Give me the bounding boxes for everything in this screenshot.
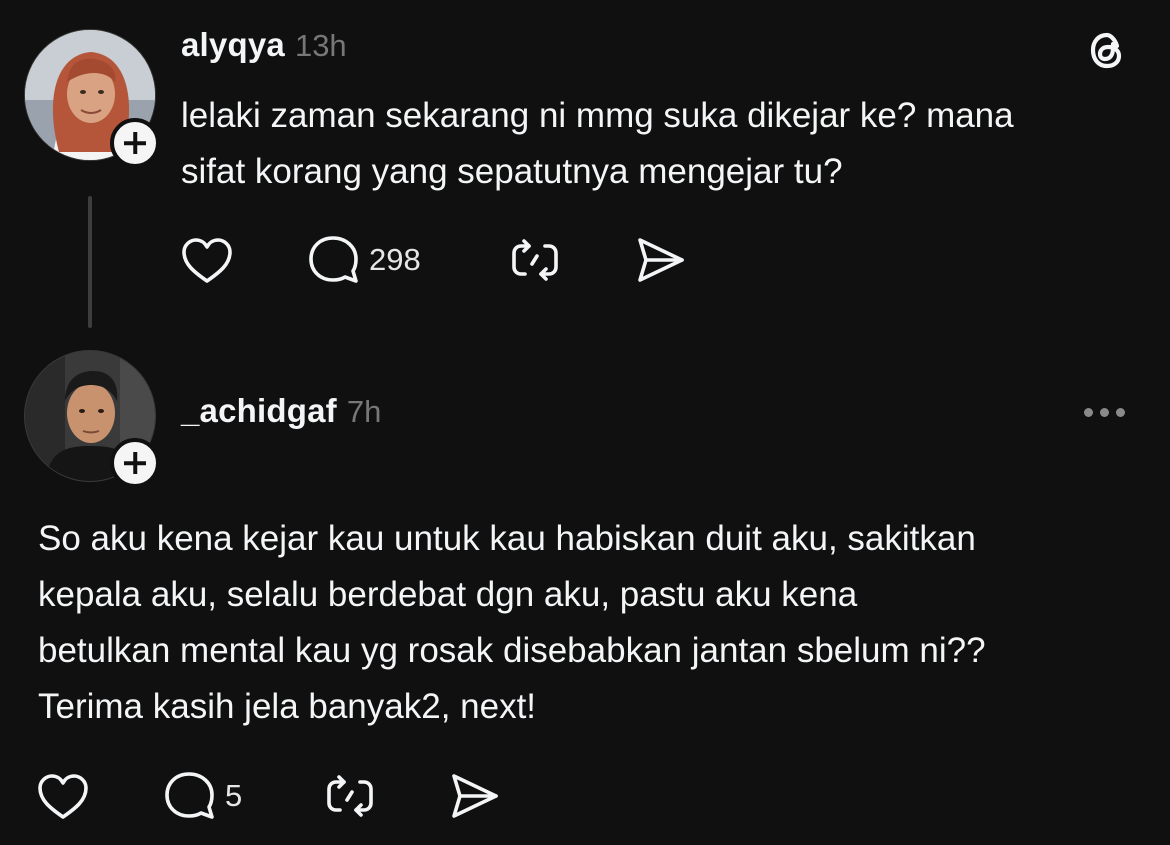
post-text: lelaki zaman sekarang ni mmg suka dikeja… [181,96,1014,191]
repost-icon [512,239,558,281]
heart-icon [182,238,232,283]
send-icon [452,774,498,818]
post-time: 13h [294,28,347,63]
follow-plus-icon[interactable] [110,118,160,168]
reply-count: 298 [369,242,421,277]
share-button[interactable] [448,770,502,822]
thread-connector-line [88,196,92,328]
follow-plus-icon[interactable] [110,438,160,488]
repost-button[interactable] [509,234,561,286]
post-time: 7h [346,394,382,429]
like-button[interactable] [180,236,234,286]
username[interactable]: _achidgaf [181,392,337,430]
like-button[interactable] [36,772,90,822]
post-text: So aku kena kejar kau untuk kau habiskan… [38,519,986,726]
reply-button[interactable]: 5 [163,770,242,822]
more-options-icon[interactable] [1084,408,1125,417]
repost-button[interactable] [324,770,376,822]
heart-icon [38,774,88,819]
reply-count: 5 [225,778,243,813]
repost-icon [327,775,373,817]
share-button[interactable] [634,234,688,286]
username[interactable]: alyqya [181,26,285,64]
comment-icon [309,236,358,283]
threads-logo-icon[interactable] [1083,26,1131,79]
reply-button[interactable]: 298 [307,234,421,286]
send-icon [638,238,684,282]
comment-icon [165,772,214,819]
